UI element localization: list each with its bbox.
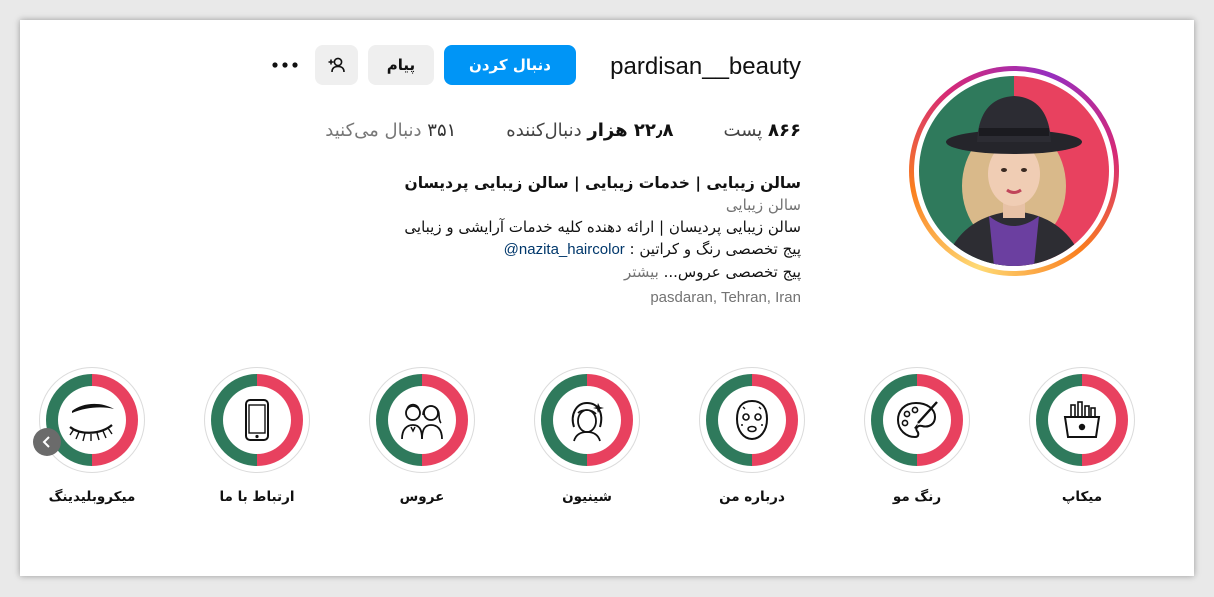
highlight-label: عروس <box>399 489 445 505</box>
highlight-contact[interactable]: ارتباط با ما <box>203 367 311 505</box>
hairstyle-icon <box>571 401 604 442</box>
bio-line-1: سالن زیبایی پردیسان | ارائه دهنده کلیه خ… <box>404 218 801 236</box>
highlight-label: میکروبلیدینگ <box>48 489 136 505</box>
highlight-label: رنگ مو <box>892 489 942 505</box>
posts-count: ۸۶۶ پست <box>724 120 801 141</box>
face-mask-icon <box>735 399 769 441</box>
following-label: دنبال می‌کنید <box>325 120 422 141</box>
profile-avatar[interactable] <box>909 66 1119 276</box>
bio-line-3-text: پیج تخصصی عروس... <box>663 263 801 281</box>
couple-icon <box>401 403 443 440</box>
bio-name: سالن زیبایی | خدمات زیبایی | سالن زیبایی… <box>404 174 801 192</box>
bio-line-2-text: پیج تخصصی رنگ و کراتین : <box>624 240 801 258</box>
highlights-prev-button[interactable] <box>33 428 61 456</box>
highlight-label: میکاپ <box>1061 489 1103 505</box>
eyebrow-lash-icon <box>69 403 114 442</box>
followers-label: دنبال‌کننده <box>506 120 582 141</box>
following-count[interactable]: ۳۵۱ دنبال می‌کنید <box>325 120 456 141</box>
followers-count[interactable]: ۲۲٫۸ هزار دنبال‌کننده <box>506 120 673 141</box>
more-icon <box>272 62 298 68</box>
follow-button[interactable]: دنبال کردن <box>444 45 576 85</box>
more-options-button[interactable] <box>270 48 300 82</box>
highlight-bride[interactable]: عروس <box>368 367 476 505</box>
suggest-user-button[interactable] <box>315 45 358 85</box>
highlight-makeup[interactable]: میکاپ <box>1028 367 1136 505</box>
profile-username: pardisan__beauty <box>610 53 801 80</box>
bio-mention-link[interactable]: @nazita_haircolor <box>504 241 625 258</box>
profile-stats: ۸۶۶ پست ۲۲٫۸ هزار دنبال‌کننده ۳۵۱ دنبال … <box>325 120 801 141</box>
posts-label: پست <box>723 120 763 141</box>
following-value: ۳۵۱ <box>427 120 457 141</box>
highlight-hair-color[interactable]: رنگ مو <box>863 367 971 505</box>
posts-value: ۸۶۶ <box>768 120 801 141</box>
bio-line-2: پیج تخصصی رنگ و کراتین : @nazita_haircol… <box>281 238 801 261</box>
bio-location: pasdaran, Tehran, Iran <box>650 289 801 306</box>
message-button[interactable]: پیام <box>368 45 434 85</box>
avatar-photo <box>944 96 1084 266</box>
highlight-about-me[interactable]: درباره من <box>698 367 806 505</box>
add-person-icon <box>328 57 345 73</box>
highlight-label: درباره من <box>719 489 785 505</box>
profile-bio: سالن زیبایی | خدمات زیبایی | سالن زیبایی… <box>281 172 801 309</box>
bio-more-link[interactable]: بیشتر <box>624 263 664 281</box>
chevron-left-icon <box>42 436 50 448</box>
highlight-label: شینیون <box>562 489 612 505</box>
palette-brush-icon <box>896 401 938 439</box>
bio-category: سالن زیبایی <box>725 196 801 214</box>
profile-card: pardisan__beauty دنبال کردن پیام ۸۶۶ پست… <box>20 20 1194 576</box>
highlight-label: ارتباط با ما <box>219 489 295 505</box>
bio-line-3: پیج تخصصی عروس... بیشتر <box>281 261 801 283</box>
makeup-bag-icon <box>1063 401 1101 438</box>
followers-value: ۲۲٫۸ هزار <box>587 120 674 141</box>
highlight-hairstyle[interactable]: شینیون <box>533 367 641 505</box>
phone-icon <box>245 399 269 441</box>
